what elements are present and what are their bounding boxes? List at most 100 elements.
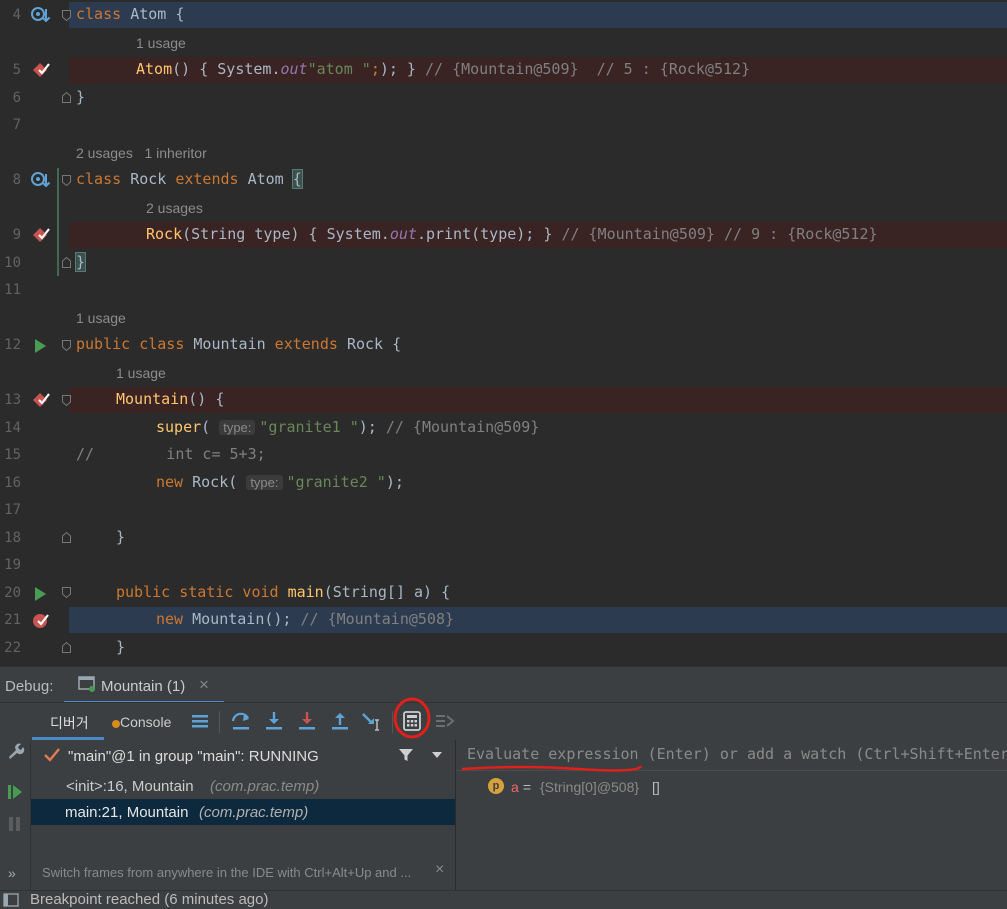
run-icon[interactable]	[30, 335, 52, 357]
checkmark-icon	[44, 748, 60, 762]
frame-method: <init>:16, Mountain	[66, 778, 194, 795]
line-number: 7	[12, 117, 21, 133]
code-line: }	[116, 528, 126, 546]
fold-icon[interactable]	[62, 10, 71, 21]
line-number: 14	[4, 420, 21, 436]
fold-icon[interactable]	[62, 257, 71, 268]
code-line: new Mountain(); // {Mountain@508}	[156, 610, 455, 628]
line-number: 6	[12, 90, 21, 106]
filter-icon[interactable]	[398, 747, 414, 763]
close-icon[interactable]: ×	[199, 675, 209, 695]
parameter-icon: p	[488, 778, 504, 794]
thread-selector[interactable]: "main"@1 in group "main": RUNNING	[31, 740, 455, 772]
usage-hint[interactable]: 1 usage	[116, 365, 166, 381]
method-breakpoint-icon[interactable]	[30, 60, 52, 82]
step-out-icon[interactable]	[328, 709, 352, 733]
trace-current-stream-chain-icon[interactable]	[433, 709, 457, 733]
step-over-icon[interactable]	[229, 709, 253, 733]
toolbar-divider	[219, 711, 220, 733]
line-number: 13	[4, 392, 21, 408]
fold-icon[interactable]	[62, 532, 71, 543]
variable-row[interactable]: p a = {String[0]@508} []	[456, 777, 1007, 799]
line-number: 22	[4, 640, 21, 656]
settings-wrench-icon[interactable]	[5, 741, 25, 761]
line-number: 11	[4, 282, 21, 298]
method-breakpoint-icon[interactable]	[30, 225, 52, 247]
code-line: Rock(String type) { System.out.print(typ…	[146, 225, 878, 243]
frames-hint: Switch frames from anywhere in the IDE w…	[42, 865, 412, 880]
close-icon[interactable]: ×	[435, 861, 444, 879]
application-icon	[78, 676, 95, 692]
code-line: public class Mountain extends Rock {	[76, 335, 402, 353]
line-number: 20	[4, 585, 21, 601]
frame-package: (com.prac.temp)	[199, 804, 309, 821]
force-step-into-icon[interactable]	[295, 709, 319, 733]
annotation-underline	[461, 765, 643, 772]
console-icon	[112, 720, 120, 728]
variable-value: {String[0]@508}	[540, 779, 640, 795]
code-line: public static void main(String[] a) {	[116, 583, 451, 601]
implemented-icon[interactable]	[30, 5, 52, 27]
tab-debugger[interactable]: 디버거	[32, 703, 104, 740]
debugger-toolbar: 디버거 Console	[0, 697, 1007, 741]
debug-label: Debug:	[5, 678, 54, 695]
code-line: super( type: "granite1 "); // {Mountain@5…	[156, 418, 540, 436]
chevron-down-icon[interactable]	[431, 750, 443, 760]
line-number: 19	[4, 557, 21, 573]
line-number: 16	[4, 475, 21, 491]
line-number: 17	[4, 502, 21, 518]
fold-icon[interactable]	[62, 340, 71, 351]
pause-icon[interactable]	[6, 814, 24, 834]
panel-toggle-icon[interactable]	[3, 893, 19, 907]
tab-console[interactable]: Console	[108, 703, 178, 739]
line-number: 18	[4, 530, 21, 546]
usage-hint[interactable]: 1 usage	[76, 310, 126, 326]
variable-equals: =	[519, 779, 535, 795]
line-number: 10	[4, 255, 21, 271]
line-number: 21	[4, 612, 21, 628]
session-tab-label: Mountain (1)	[101, 678, 186, 695]
variables-panel: Evaluate expression (Enter) or add a wat…	[456, 740, 1007, 890]
frame-row-selected[interactable]: main:21, Mountain (com.prac.temp)	[31, 799, 455, 825]
code-line: }	[76, 88, 86, 106]
code-line: // int c= 5+3;	[76, 445, 266, 463]
usage-hint[interactable]: 2 usages 1 inheritor	[76, 145, 207, 161]
code-line: class Atom {	[76, 5, 185, 23]
resume-icon[interactable]	[6, 782, 24, 802]
method-breakpoint-icon[interactable]	[30, 390, 52, 412]
code-line: Mountain() {	[116, 390, 225, 408]
change-marker	[57, 168, 59, 276]
fold-icon[interactable]	[62, 642, 71, 653]
show-execution-point-icon[interactable]	[188, 709, 212, 733]
variable-name: a	[511, 779, 519, 795]
code-line: }	[74, 252, 87, 272]
tab-debugger-label: 디버거	[50, 715, 89, 731]
tab-console-label: Console	[120, 714, 172, 730]
fold-icon[interactable]	[62, 175, 71, 186]
frames-panel: "main"@1 in group "main": RUNNING <init>…	[31, 740, 456, 890]
usage-hint[interactable]: 1 usage	[136, 35, 186, 51]
run-to-cursor-icon[interactable]	[360, 709, 384, 733]
run-icon[interactable]	[30, 583, 52, 605]
breakpoint-icon[interactable]	[30, 610, 52, 632]
annotation-circle	[393, 697, 431, 739]
fold-icon[interactable]	[62, 92, 71, 103]
implemented-icon[interactable]	[30, 170, 52, 192]
parameter-hint: type:	[246, 475, 283, 490]
code-line: Atom() { System.out"atom ";); } // {Moun…	[136, 60, 751, 78]
thread-label: "main"@1 in group "main": RUNNING	[68, 748, 319, 765]
line-number: 9	[12, 227, 21, 243]
code-editor[interactable]: 4 5 6 7 8 9 10 11 12 13 14 15 16 17 18 1…	[0, 0, 1007, 666]
status-text: Breakpoint reached (6 minutes ago)	[30, 891, 269, 908]
fold-icon[interactable]	[62, 587, 71, 598]
fold-icon[interactable]	[62, 395, 71, 406]
debug-tool-window-header: Debug: Mountain (1) ×	[0, 666, 1007, 704]
frame-package: (com.prac.temp)	[210, 778, 320, 795]
usage-hint[interactable]: 2 usages	[146, 200, 203, 216]
line-number: 12	[4, 337, 21, 353]
more-icon[interactable]: »	[8, 865, 16, 881]
step-into-icon[interactable]	[262, 709, 286, 733]
frame-row[interactable]: <init>:16, Mountain (com.prac.temp)	[31, 773, 455, 799]
session-tab[interactable]: Mountain (1) ×	[64, 667, 224, 704]
frame-method: main:21, Mountain	[65, 804, 189, 821]
